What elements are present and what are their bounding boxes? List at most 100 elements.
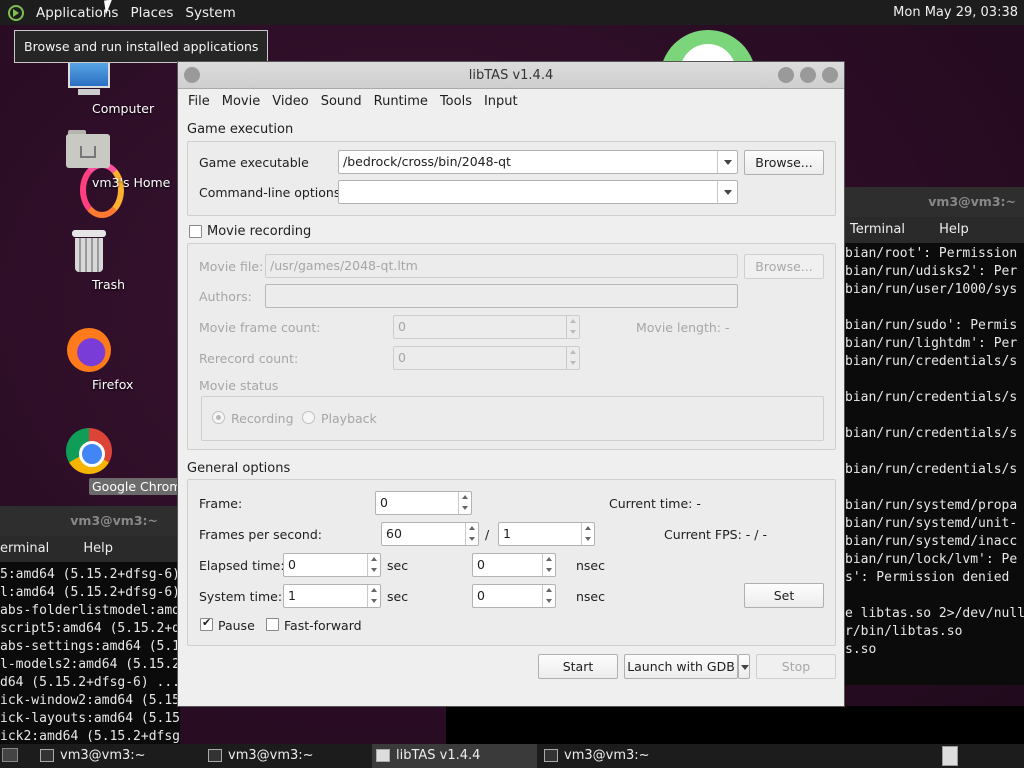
- frame-value: 0: [380, 495, 388, 510]
- menu-movie[interactable]: Movie: [216, 94, 266, 109]
- fps-numerator-spinbox[interactable]: 60: [381, 522, 479, 546]
- game-executable-label: Game executable: [199, 155, 309, 170]
- terminal-window-bottom[interactable]: [446, 706, 1024, 744]
- panel-menu: Applications Places System: [0, 0, 242, 25]
- menu-input[interactable]: Input: [478, 94, 524, 109]
- computer-icon: [66, 60, 112, 96]
- terminal-menu-help[interactable]: Help: [83, 541, 113, 556]
- terminal-icon: [208, 749, 222, 762]
- spin-arrows-icon[interactable]: [367, 554, 380, 576]
- terminal-icon: [40, 749, 54, 762]
- elapsed-sec-spinbox[interactable]: 0: [283, 553, 381, 577]
- terminal-title[interactable]: vm3@vm3:~: [0, 506, 180, 536]
- playback-radio[interactable]: [302, 411, 315, 424]
- desktop-icon-trash[interactable]: Trash: [34, 230, 144, 292]
- menu-tools[interactable]: Tools: [434, 94, 478, 109]
- recording-radio[interactable]: [212, 411, 225, 424]
- terminal-menu-help[interactable]: Help: [939, 222, 969, 237]
- game-executable-combo[interactable]: /bedrock/cross/bin/2048-qt: [338, 150, 738, 174]
- desktop-icon-firefox[interactable]: Firefox: [34, 328, 144, 392]
- window-menu-icon[interactable]: [184, 67, 200, 83]
- system-sec-spinbox[interactable]: 1: [283, 584, 381, 608]
- desktop-icon-home[interactable]: vm3's Home: [34, 130, 170, 190]
- spin-arrows-icon[interactable]: [465, 523, 478, 545]
- fast-forward-checkbox[interactable]: [266, 618, 279, 631]
- trash-applet-icon[interactable]: [942, 746, 958, 766]
- terminal-menubar: Terminal Help: [845, 217, 1024, 243]
- fast-forward-label: Fast-forward: [284, 618, 362, 633]
- spin-arrows-icon[interactable]: [581, 523, 594, 545]
- applications-icon[interactable]: [8, 4, 24, 21]
- menu-file[interactable]: File: [182, 94, 216, 109]
- general-options-title: General options: [187, 461, 291, 476]
- clock[interactable]: Mon May 29, 03:38: [893, 5, 1018, 20]
- chevron-down-icon[interactable]: [717, 151, 737, 173]
- set-button[interactable]: Set: [744, 583, 824, 608]
- game-executable-value: /bedrock/cross/bin/2048-qt: [343, 154, 511, 169]
- menu-runtime[interactable]: Runtime: [368, 94, 434, 109]
- spin-arrows-icon[interactable]: [566, 316, 579, 338]
- close-icon[interactable]: [822, 67, 838, 83]
- terminal-menubar: erminal Help: [0, 536, 180, 562]
- launch-with-gdb-button[interactable]: Launch with GDB: [624, 654, 738, 679]
- movie-status-group: [201, 396, 824, 441]
- taskbar-item-label: vm3@vm3:~: [564, 748, 650, 763]
- start-button[interactable]: Start: [538, 654, 618, 679]
- terminal-title[interactable]: vm3@vm3:~: [845, 187, 1024, 217]
- command-line-label: Command-line options: [199, 185, 341, 200]
- spin-arrows-icon[interactable]: [458, 492, 471, 514]
- trash-icon: [72, 230, 106, 272]
- current-fps-label: Current FPS: - / -: [664, 527, 767, 542]
- movie-file-input[interactable]: /usr/games/2048-qt.ltm: [265, 254, 738, 278]
- elapsed-nsec-spinbox[interactable]: 0: [472, 553, 556, 577]
- spin-arrows-icon[interactable]: [542, 554, 555, 576]
- recording-label: Recording: [231, 411, 294, 426]
- terminal-output: 5:amd64 (5.15.2+dfsg-6) l:amd64 (5.15.2+…: [0, 567, 180, 744]
- desktop-icon-computer[interactable]: Computer: [34, 60, 154, 116]
- taskbar-item-terminal-3[interactable]: vm3@vm3:~: [540, 744, 705, 768]
- chevron-down-icon: [741, 665, 749, 670]
- chevron-down-icon[interactable]: [717, 181, 737, 203]
- terminal-menu-terminal[interactable]: Terminal: [850, 222, 905, 237]
- minimize-icon[interactable]: [778, 67, 794, 83]
- rerecord-count-spinbox[interactable]: 0: [393, 346, 580, 370]
- taskbar-item-label: libTAS v1.4.4: [396, 748, 481, 763]
- terminal-menu-terminal[interactable]: erminal: [0, 541, 49, 556]
- movie-recording-checkbox[interactable]: [189, 225, 202, 238]
- mouse-cursor-icon: [104, 0, 114, 15]
- desktop-icon-label: vm3's Home: [92, 175, 171, 190]
- menu-video[interactable]: Video: [266, 94, 314, 109]
- taskbar-item-terminal-2[interactable]: vm3@vm3:~: [204, 744, 369, 768]
- pause-checkbox[interactable]: [200, 616, 213, 631]
- elapsed-sec-unit: sec: [387, 558, 409, 573]
- taskbar-item-label: vm3@vm3:~: [228, 748, 314, 763]
- system-nsec-spinbox[interactable]: 0: [472, 584, 556, 608]
- stop-button[interactable]: Stop: [756, 654, 836, 679]
- frame-spinbox[interactable]: 0: [375, 491, 472, 515]
- places-menu[interactable]: Places: [124, 5, 179, 21]
- window-titlebar[interactable]: libTAS v1.4.4: [178, 62, 844, 89]
- maximize-icon[interactable]: [800, 67, 816, 83]
- movie-file-label: Movie file:: [199, 259, 264, 274]
- terminal-window-left[interactable]: vm3@vm3:~ erminal Help 5:amd64 (5.15.2+d…: [0, 506, 180, 746]
- system-menu[interactable]: System: [179, 5, 241, 21]
- menu-sound[interactable]: Sound: [315, 94, 368, 109]
- command-line-combo[interactable]: [338, 180, 738, 204]
- spin-arrows-icon[interactable]: [542, 585, 555, 607]
- taskbar-item-libtas[interactable]: libTAS v1.4.4: [372, 744, 537, 768]
- show-desktop-icon[interactable]: [2, 748, 18, 762]
- home-folder-icon: [66, 130, 112, 170]
- spin-arrows-icon[interactable]: [566, 347, 579, 369]
- authors-input[interactable]: [265, 284, 738, 308]
- desktop-icon-chrome[interactable]: Google Chrome: [34, 428, 193, 495]
- fps-separator: /: [485, 527, 490, 542]
- taskbar-item-terminal-1[interactable]: vm3@vm3:~: [36, 744, 201, 768]
- libtas-window: libTAS v1.4.4 File Movie Video Sound Run…: [177, 61, 845, 707]
- terminal-window-right[interactable]: vm3@vm3:~ Terminal Help bian/root': Perm…: [845, 187, 1024, 685]
- movie-browse-button[interactable]: Browse...: [744, 254, 824, 279]
- spin-arrows-icon[interactable]: [367, 585, 380, 607]
- launch-options-button[interactable]: [738, 654, 750, 679]
- fps-denominator-spinbox[interactable]: 1: [498, 522, 595, 546]
- game-browse-button[interactable]: Browse...: [744, 150, 824, 175]
- movie-frame-count-spinbox[interactable]: 0: [393, 315, 580, 339]
